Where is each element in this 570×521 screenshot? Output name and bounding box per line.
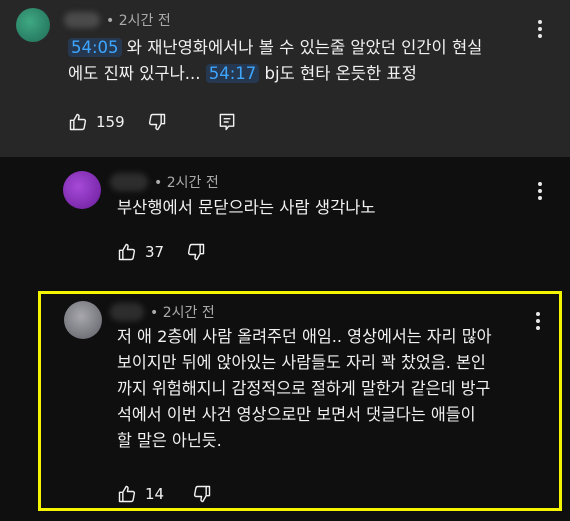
comment-meta: • 2시간 전	[64, 10, 171, 30]
comment-2: • 2시간 전 부산행에서 문닫으라는 사람 생각나노 37	[0, 157, 570, 287]
thumbs-down-icon[interactable]	[186, 242, 206, 262]
comment-text: 부산행에서 문닫으라는 사람 생각나노	[117, 198, 376, 217]
thumbs-down-icon[interactable]	[147, 112, 167, 132]
username-blurred[interactable]	[64, 12, 100, 28]
thumbs-up-icon[interactable]	[68, 112, 88, 132]
like-count: 37	[145, 243, 165, 261]
comment-actions: 159	[68, 112, 237, 132]
more-vert-icon[interactable]	[537, 182, 543, 200]
comment-text-part: 와 재난영화에서나 볼 수 있는줄 알았던 인간이 현실	[121, 38, 483, 57]
avatar[interactable]	[16, 8, 50, 42]
timestamp-link[interactable]: 54:17	[205, 64, 260, 83]
thumbs-up-icon[interactable]	[117, 242, 137, 262]
like-count: 159	[96, 113, 125, 131]
avatar[interactable]	[63, 171, 101, 209]
timestamp-link[interactable]: 54:05	[68, 38, 122, 57]
username-blurred[interactable]	[110, 173, 148, 191]
highlight-box	[38, 291, 562, 511]
comment-text-part: 에도 진짜 있구나...	[68, 64, 206, 83]
comment-time: • 2시간 전	[154, 175, 219, 191]
reply-icon[interactable]	[217, 112, 237, 132]
comment-meta: • 2시간 전	[110, 172, 219, 192]
comment-1: • 2시간 전 54:05 와 재난영화에서나 볼 수 있는줄 알았던 인간이 …	[0, 0, 570, 157]
comment-time: • 2시간 전	[106, 13, 171, 29]
comment-actions: 37	[117, 242, 206, 262]
comment-text: 54:05 와 재난영화에서나 볼 수 있는줄 알았던 인간이 현실 에도 진짜…	[68, 35, 548, 87]
comment-text-part: bj도 현타 온듯한 표정	[259, 64, 417, 83]
